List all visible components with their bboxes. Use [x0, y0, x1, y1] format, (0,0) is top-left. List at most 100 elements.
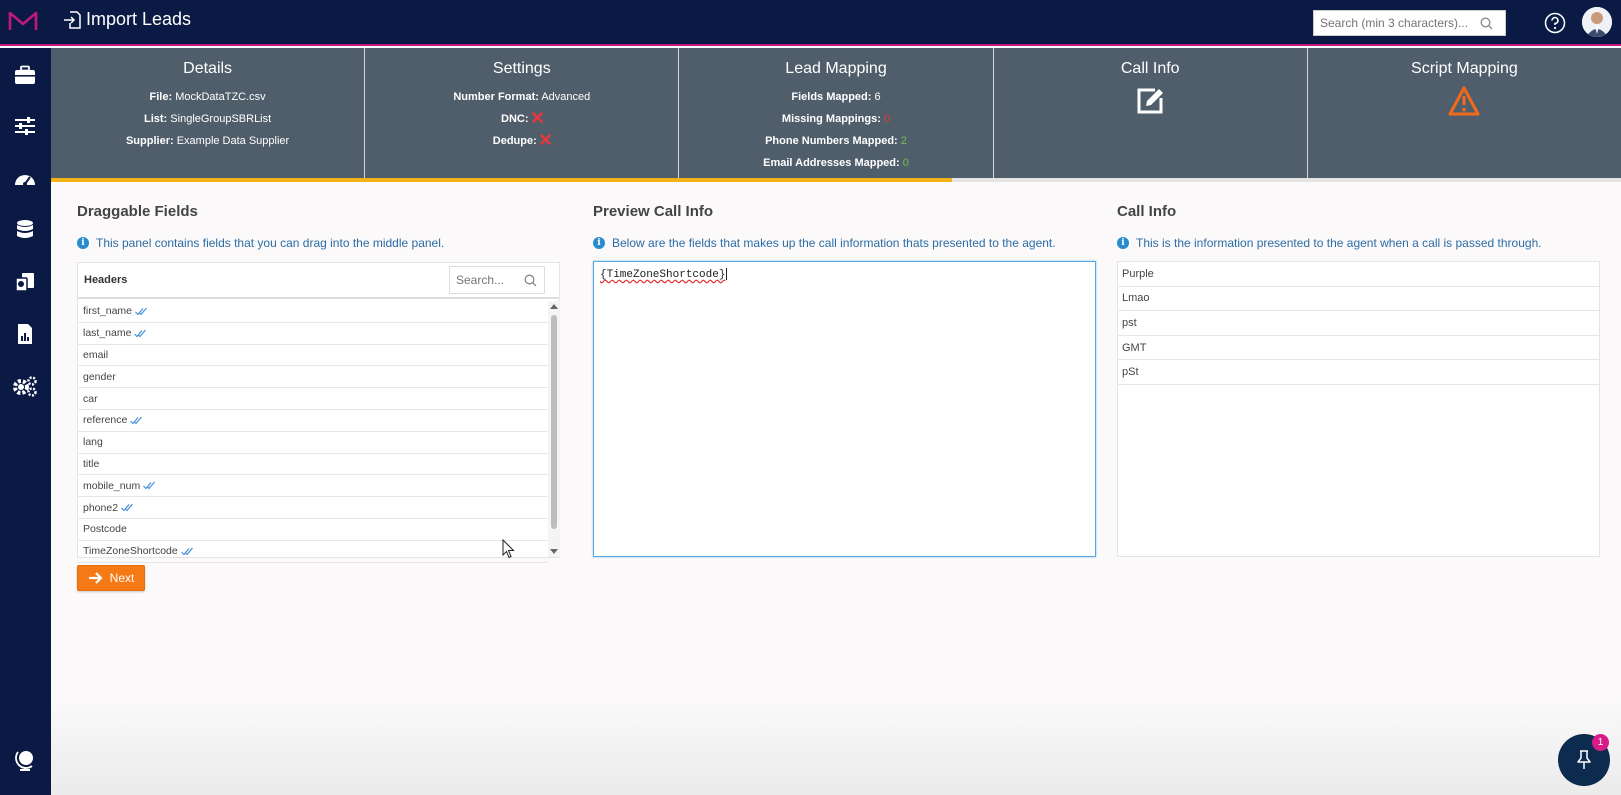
field-item-label: title	[83, 457, 100, 470]
file-copy-icon[interactable]	[12, 270, 38, 294]
field-item[interactable]: mobile_num	[78, 475, 548, 498]
import-progress-bar	[51, 178, 1621, 182]
field-item-label: TimeZoneShortcode	[83, 545, 178, 558]
draggable-fields-title: Draggable Fields	[77, 203, 198, 220]
field-item-label: gender	[83, 370, 116, 383]
field-item[interactable]: last_name	[78, 323, 548, 345]
field-item[interactable]: title	[78, 454, 548, 476]
step-lead-mapping[interactable]: Lead Mapping Fields Mapped: 6 Missing Ma…	[679, 48, 994, 178]
scroll-down-icon[interactable]	[550, 547, 558, 555]
user-avatar-icon	[1582, 7, 1612, 37]
scroll-up-icon[interactable]	[550, 303, 558, 311]
field-item-label: car	[83, 392, 98, 405]
field-item-label: phone2	[83, 501, 119, 514]
cross-icon	[531, 112, 543, 123]
field-item[interactable]: gender	[78, 366, 548, 389]
briefcase-icon[interactable]	[12, 63, 38, 87]
field-item[interactable]: phone2	[78, 497, 548, 519]
call-info-panel: Purple Lmao pst GMT pSt	[1117, 261, 1600, 557]
info-icon: i	[77, 237, 89, 249]
field-item-label: last_name	[83, 327, 132, 340]
next-button[interactable]: Next	[77, 565, 145, 591]
settings-number-format: Number Format: Advanced	[453, 91, 591, 103]
preview-call-info-editor[interactable]: {TimeZoneShortcode}	[593, 261, 1096, 557]
import-icon	[64, 10, 81, 29]
dashboard-gauge-icon[interactable]	[12, 166, 38, 190]
top-bar: Import Leads	[0, 0, 1621, 46]
field-list-scrollbar[interactable]	[548, 301, 560, 557]
details-file: File: MockDataTZC.csv	[149, 91, 266, 103]
preview-content: {TimeZoneShortcode}	[600, 268, 726, 281]
field-item-label: mobile_num	[83, 479, 141, 492]
cogs-icon[interactable]	[12, 374, 38, 398]
page-title: Import Leads	[86, 9, 192, 29]
page-header: Import Leads	[62, 9, 191, 30]
field-item-label: email	[83, 348, 109, 361]
user-avatar[interactable]	[1582, 7, 1612, 37]
double-check-icon	[130, 416, 143, 425]
lead-email-mapped: Email Addresses Mapped: 0	[763, 157, 909, 169]
settings-dedupe: Dedupe:	[365, 130, 678, 152]
field-item-label: first_name	[83, 305, 133, 318]
headers-label: Headers	[84, 274, 128, 286]
scroll-thumb[interactable]	[551, 315, 557, 529]
arrow-right-icon	[88, 572, 103, 584]
call-info-row: pSt	[1118, 360, 1599, 385]
info-icon: i	[1117, 237, 1129, 249]
sidebar	[0, 48, 51, 795]
double-check-icon	[143, 481, 156, 490]
sliders-icon[interactable]	[12, 114, 38, 138]
import-progress-fill	[51, 178, 953, 182]
field-item[interactable]: Postcode	[78, 519, 548, 541]
field-item[interactable]: reference	[78, 410, 548, 432]
page-footer-fade	[51, 700, 1621, 795]
field-item[interactable]: lang	[78, 432, 548, 454]
preview-call-info-info: i Below are the fields that makes up the…	[593, 236, 1056, 250]
call-info-row: Purple	[1118, 262, 1599, 287]
step-details[interactable]: Details File: MockDataTZC.csv List: Sing…	[51, 48, 366, 178]
call-info-row: GMT	[1118, 336, 1599, 361]
details-list: List: SingleGroupSBRList	[144, 113, 272, 125]
step-script-mapping[interactable]: Script Mapping	[1308, 48, 1621, 178]
help-icon[interactable]	[1544, 12, 1566, 34]
field-item-label: lang	[83, 436, 103, 449]
database-icon[interactable]	[12, 218, 38, 242]
field-list: first_name last_nameemail gender car referen…	[78, 301, 548, 563]
field-item-label: Postcode	[83, 523, 127, 536]
call-info-row: pst	[1118, 311, 1599, 336]
globe-icon[interactable]	[12, 748, 38, 772]
field-search-input[interactable]	[456, 273, 524, 287]
field-item[interactable]: email	[78, 345, 548, 367]
search-icon[interactable]	[1480, 17, 1493, 30]
draggable-fields-info: i This panel contains fields that you ca…	[77, 236, 444, 250]
step-settings[interactable]: Settings Number Format: Advanced DNC: De…	[365, 48, 680, 178]
step-call-info[interactable]: Call Info	[994, 48, 1308, 178]
field-search[interactable]	[449, 266, 545, 294]
draggable-fields-panel: Headers first_name last_nameemail gender ca…	[77, 262, 560, 563]
settings-dnc: DNC:	[365, 108, 678, 130]
report-chart-icon[interactable]	[12, 322, 38, 346]
lead-fields-mapped: Fields Mapped: 6	[791, 91, 881, 103]
next-button-label: Next	[109, 571, 135, 585]
brand-logo-icon[interactable]	[8, 10, 38, 32]
call-info-title: Call Info	[1117, 203, 1177, 220]
preview-call-info-title: Preview Call Info	[593, 203, 714, 220]
double-check-icon	[180, 547, 193, 556]
double-check-icon	[121, 503, 134, 512]
search-icon[interactable]	[524, 274, 537, 287]
call-info-info: i This is the information presented to t…	[1117, 236, 1542, 250]
notification-badge: 1	[1592, 734, 1609, 751]
field-item[interactable]: TimeZoneShortcode	[78, 541, 548, 563]
field-item[interactable]: first_name	[78, 301, 548, 323]
step-settings-title: Settings	[492, 60, 551, 77]
cross-icon	[540, 134, 551, 145]
global-search-input[interactable]	[1320, 16, 1480, 30]
call-info-row: Lmao	[1118, 287, 1599, 312]
field-item[interactable]: car	[78, 388, 548, 410]
double-check-icon	[135, 307, 147, 316]
step-script-mapping-title: Script Mapping	[1411, 60, 1518, 77]
text-caret	[726, 268, 728, 280]
lead-missing-mappings: Missing Mappings: 0	[781, 113, 891, 125]
step-lead-mapping-title: Lead Mapping	[785, 60, 887, 77]
global-search[interactable]	[1313, 10, 1506, 36]
